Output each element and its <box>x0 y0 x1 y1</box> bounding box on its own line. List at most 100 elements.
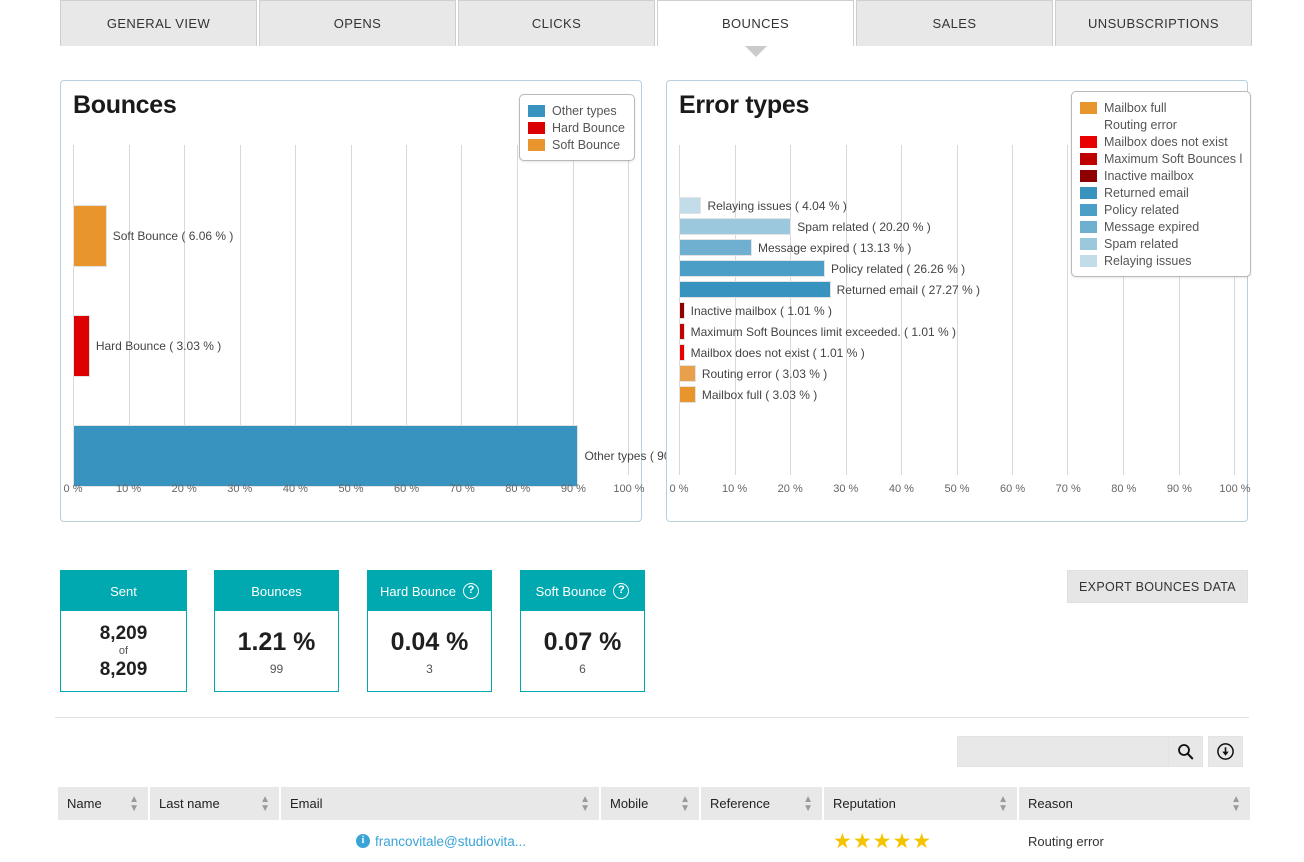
legend-entry[interactable]: Spam related <box>1080 235 1241 252</box>
table-header-last-name[interactable]: Last name ▲ ▼ <box>150 787 281 820</box>
kpi-card-soft-bounce: Soft Bounce? 0.07 % 6 <box>520 570 645 692</box>
kpi-card-hard-bounce: Hard Bounce? 0.04 % 3 <box>367 570 492 692</box>
bar[interactable] <box>73 315 90 377</box>
axis-tick-label: 70 % <box>449 483 475 495</box>
help-icon[interactable]: ? <box>613 583 630 599</box>
download-circle-icon <box>1217 743 1234 760</box>
legend-swatch <box>528 104 545 117</box>
bar-row: Mailbox does not exist ( 1.01 % ) <box>679 344 1235 361</box>
bar-row: Other types ( 90.91 % ) <box>73 425 709 487</box>
legend-swatch <box>1080 169 1097 182</box>
legend-entry[interactable]: Returned email <box>1080 184 1241 201</box>
export-bounces-data-button[interactable]: EXPORT BOUNCES DATA <box>1067 570 1248 603</box>
legend-swatch <box>1080 203 1097 216</box>
kpi-card-body: 0.04 % 3 <box>368 611 491 692</box>
kpi-sub-value: 3 <box>426 661 433 676</box>
table-row[interactable]: i francovitale@studiovita... ★★★★★ Routing … <box>58 820 1250 862</box>
table-header-name[interactable]: Name ▲ ▼ <box>58 787 150 820</box>
kpi-main-value: 0.04 % <box>390 627 469 656</box>
bar[interactable] <box>679 197 702 214</box>
search-input[interactable] <box>957 736 1168 767</box>
cell-reason: Routing error <box>1028 833 1104 849</box>
bounces-x-axis: 0 % 10 % 20 % 30 % 40 % 50 % 60 % 70 % 80 % 90 % 1… <box>64 483 645 503</box>
table-header-reputation[interactable]: Reputation ▲ ▼ <box>824 787 1019 820</box>
error-types-chart-panel: Error types Relaying issues ( 4.04 % ) Sp… <box>666 80 1251 522</box>
bar[interactable] <box>679 323 685 340</box>
legend-entry[interactable]: Inactive mailbox <box>1080 167 1241 184</box>
axis-tick-label: 70 % <box>1055 483 1081 495</box>
bar[interactable] <box>679 344 685 361</box>
bounces-bars: Soft Bounce ( 6.06 % ) Hard Bounce ( 3.03… <box>73 145 709 487</box>
download-button[interactable] <box>1208 736 1243 767</box>
sort-toggle-icon[interactable]: ▲ ▼ <box>129 794 139 813</box>
bar[interactable] <box>679 218 792 235</box>
table-header-email[interactable]: Email ▲ ▼ <box>281 787 601 820</box>
bar-row: Inactive mailbox ( 1.01 % ) <box>679 302 1235 319</box>
legend-label: Spam related <box>1104 236 1179 251</box>
table-header-label: Reason <box>1028 796 1073 811</box>
tab-general-view[interactable]: GENERAL VIEW <box>60 0 257 46</box>
axis-tick-label: 80 % <box>505 483 531 495</box>
kpi-sent-value: 8,209 <box>99 622 148 644</box>
help-icon[interactable]: ? <box>462 583 479 599</box>
bar[interactable] <box>73 425 579 487</box>
axis-tick-label: 0 % <box>63 483 83 495</box>
tab-unsubscriptions[interactable]: UNSUBSCRIPTIONS <box>1055 0 1252 46</box>
kpi-card-header: Bounces <box>215 571 338 611</box>
legend-entry[interactable]: Soft Bounce <box>528 136 625 153</box>
bar[interactable] <box>679 239 752 256</box>
bar-value-label: Message expired ( 13.13 % ) <box>758 240 912 255</box>
sort-toggle-icon[interactable]: ▲ ▼ <box>580 794 590 813</box>
legend-label: Inactive mailbox <box>1104 168 1194 183</box>
table-body: i francovitale@studiovita... ★★★★★ Routing … <box>58 820 1250 862</box>
bar[interactable] <box>679 281 831 298</box>
info-icon[interactable]: i <box>355 834 370 848</box>
bar[interactable] <box>679 302 685 319</box>
axis-tick-label: 10 % <box>722 483 748 495</box>
tab-clicks[interactable]: CLICKS <box>458 0 655 46</box>
kpi-card-header: Sent <box>61 571 186 611</box>
legend-entry[interactable]: Routing error <box>1080 116 1241 133</box>
bar-row: Returned email ( 27.27 % ) <box>679 281 1235 298</box>
axis-tick-label: 100 % <box>613 483 645 495</box>
legend-entry[interactable]: Mailbox does not exist <box>1080 133 1241 150</box>
axis-tick-label: 10 % <box>116 483 142 495</box>
legend-entry[interactable]: Policy related <box>1080 201 1241 218</box>
bar[interactable] <box>679 365 696 382</box>
legend-swatch <box>1080 186 1097 199</box>
axis-tick-label: 90 % <box>560 483 586 495</box>
bar[interactable] <box>679 260 825 277</box>
search-icon <box>1178 744 1194 760</box>
legend-entry[interactable]: Message expired <box>1080 218 1241 235</box>
sort-toggle-icon[interactable]: ▲ ▼ <box>803 794 813 813</box>
legend-entry[interactable]: Maximum Soft Bounces l <box>1080 150 1242 167</box>
cell-name <box>58 820 150 862</box>
tab-label: OPENS <box>333 16 382 31</box>
legend-entry[interactable]: Hard Bounce <box>528 119 625 136</box>
search-button[interactable] <box>1168 736 1203 767</box>
tab-opens[interactable]: OPENS <box>259 0 456 46</box>
axis-tick-label: 20 % <box>171 483 197 495</box>
tab-bounces[interactable]: BOUNCES <box>657 0 854 46</box>
tab-sales[interactable]: SALES <box>856 0 1053 46</box>
table-header-reason[interactable]: Reason ▲ ▼ <box>1019 787 1250 820</box>
sort-toggle-icon[interactable]: ▲ ▼ <box>1231 794 1241 813</box>
legend-swatch <box>528 138 545 151</box>
email-link[interactable]: francovitale@studiovita... <box>375 834 526 849</box>
cell-reference <box>701 820 824 862</box>
bar-row: Hard Bounce ( 3.03 % ) <box>73 315 629 377</box>
legend-entry[interactable]: Other types <box>528 102 625 119</box>
table-header-reference[interactable]: Reference ▲ ▼ <box>701 787 824 820</box>
tab-label: CLICKS <box>531 16 582 31</box>
bar-value-label: Spam related ( 20.20 % ) <box>797 219 931 234</box>
legend-swatch <box>1080 254 1097 267</box>
bar[interactable] <box>679 386 696 403</box>
legend-entry[interactable]: Relaying issues <box>1080 252 1241 269</box>
table-header-label: Reputation <box>833 796 896 811</box>
legend-entry[interactable]: Mailbox full <box>1080 99 1241 116</box>
table-header-mobile[interactable]: Mobile ▲ ▼ <box>601 787 701 820</box>
sort-toggle-icon[interactable]: ▲ ▼ <box>998 794 1008 813</box>
sort-toggle-icon[interactable]: ▲ ▼ <box>680 794 690 813</box>
sort-toggle-icon[interactable]: ▲ ▼ <box>260 794 270 813</box>
bar[interactable] <box>73 205 107 267</box>
